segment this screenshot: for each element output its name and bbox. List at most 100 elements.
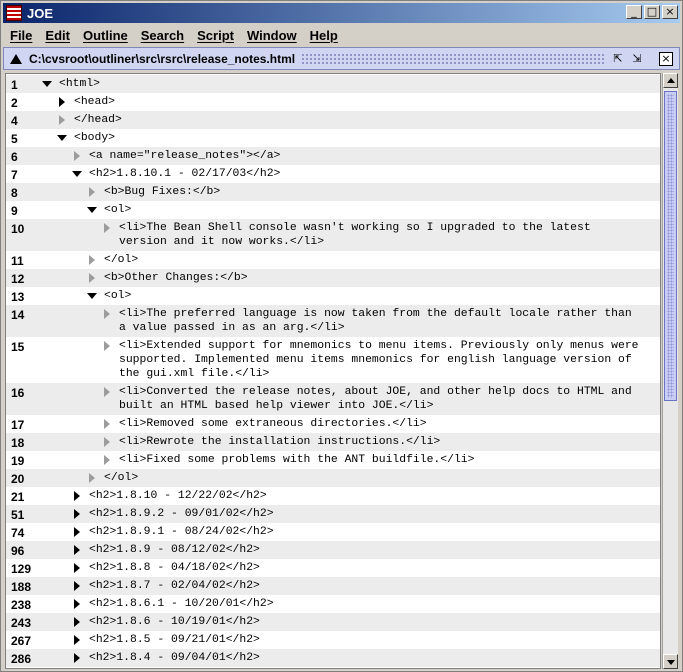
node-text[interactable]: <head> bbox=[74, 95, 115, 109]
outline-row[interactable]: 7 <h2>1.8.10.1 - 02/17/03</h2> bbox=[6, 165, 660, 183]
leaf-triangle-icon[interactable] bbox=[89, 255, 95, 265]
scroll-up-button[interactable] bbox=[663, 73, 678, 88]
outline-row[interactable]: 18 <li>Rewrote the installation instructi… bbox=[6, 433, 660, 451]
outline-row[interactable]: 188 <h2>1.8.7 - 02/04/02</h2> bbox=[6, 577, 660, 595]
scroll-thumb[interactable] bbox=[664, 91, 677, 401]
expand-triangle-icon[interactable] bbox=[74, 653, 80, 663]
outline-row[interactable]: 17 <li>Removed some extraneous directorie… bbox=[6, 415, 660, 433]
outline-row[interactable]: 5 <body> bbox=[6, 129, 660, 147]
menu-help[interactable]: Help bbox=[303, 28, 344, 43]
close-button[interactable]: × bbox=[662, 5, 678, 19]
node-text[interactable]: <li>The preferred language is now taken … bbox=[119, 307, 632, 335]
expand-triangle-icon[interactable] bbox=[74, 581, 80, 591]
outline-row[interactable]: 74 <h2>1.8.9.1 - 08/24/02</h2> bbox=[6, 523, 660, 541]
node-text[interactable]: <b>Bug Fixes:</b> bbox=[104, 185, 220, 199]
outline-row[interactable]: 21 <h2>1.8.10 - 12/22/02</h2> bbox=[6, 487, 660, 505]
node-text[interactable]: <h2>1.8.9 - 08/12/02</h2> bbox=[89, 543, 260, 557]
menu-file[interactable]: File bbox=[3, 28, 38, 43]
node-text[interactable]: <a name="release_notes"></a> bbox=[89, 149, 280, 163]
document-tab[interactable]: C:\cvsroot\outliner\src\rsrc\release_not… bbox=[3, 47, 680, 70]
node-text[interactable]: <h2>1.8.9.2 - 09/01/02</h2> bbox=[89, 507, 274, 521]
menu-search[interactable]: Search bbox=[134, 28, 190, 43]
leaf-triangle-icon[interactable] bbox=[104, 419, 110, 429]
outline-row[interactable]: 1 <html> bbox=[6, 75, 660, 93]
node-text[interactable]: <h2>1.8.6.1 - 10/20/01</h2> bbox=[89, 597, 274, 611]
node-text[interactable]: <h2>1.8.6 - 10/19/01</h2> bbox=[89, 615, 260, 629]
menu-window[interactable]: Window bbox=[240, 28, 303, 43]
outline-row[interactable]: 238 <h2>1.8.6.1 - 10/20/01</h2> bbox=[6, 595, 660, 613]
leaf-triangle-icon[interactable] bbox=[104, 223, 110, 233]
outline-row[interactable]: 16 <li>Converted the release notes, about… bbox=[6, 383, 660, 415]
outline-row[interactable]: 267 <h2>1.8.5 - 09/21/01</h2> bbox=[6, 631, 660, 649]
close-document-button[interactable]: × bbox=[659, 51, 673, 66]
collapse-triangle-icon[interactable] bbox=[72, 171, 82, 177]
outline-row[interactable]: 96 <h2>1.8.9 - 08/12/02</h2> bbox=[6, 541, 660, 559]
expand-triangle-icon[interactable] bbox=[59, 97, 65, 107]
node-text[interactable]: <li>Removed some extraneous directories.… bbox=[119, 417, 427, 431]
outline-editor[interactable]: 1 <html> 2 <head> 4 </head> 5 <body> 6 <a name="r… bbox=[5, 73, 661, 669]
leaf-triangle-icon[interactable] bbox=[89, 187, 95, 197]
collapse-triangle-icon[interactable] bbox=[87, 207, 97, 213]
node-text[interactable]: </head> bbox=[74, 113, 122, 127]
app-icon[interactable] bbox=[6, 5, 22, 21]
vertical-scrollbar[interactable] bbox=[662, 73, 678, 669]
expand-triangle-icon[interactable] bbox=[74, 491, 80, 501]
leaf-triangle-icon[interactable] bbox=[104, 455, 110, 465]
leaf-triangle-icon[interactable] bbox=[104, 387, 110, 397]
leaf-triangle-icon[interactable] bbox=[104, 341, 110, 351]
expand-triangle-icon[interactable] bbox=[74, 599, 80, 609]
outline-row[interactable]: 9 <ol> bbox=[6, 201, 660, 219]
restore-document-icon[interactable]: ⇱ bbox=[611, 52, 625, 66]
menu-edit[interactable]: Edit bbox=[38, 28, 76, 43]
node-text[interactable]: <li>Fixed some problems with the ANT bui… bbox=[119, 453, 474, 467]
node-text[interactable]: <li>Converted the release notes, about J… bbox=[119, 385, 632, 413]
outline-row[interactable]: 19 <li>Fixed some problems with the ANT b… bbox=[6, 451, 660, 469]
node-text[interactable]: <body> bbox=[74, 131, 115, 145]
leaf-triangle-icon[interactable] bbox=[89, 273, 95, 283]
expand-triangle-icon[interactable] bbox=[74, 563, 80, 573]
outline-row[interactable]: 15 <li>Extended support for mnemonics to … bbox=[6, 337, 660, 383]
node-text[interactable]: <html> bbox=[59, 77, 100, 91]
node-text[interactable]: <h2>1.8.9.1 - 08/24/02</h2> bbox=[89, 525, 274, 539]
menu-script[interactable]: Script bbox=[190, 28, 240, 43]
node-text[interactable]: <ol> bbox=[104, 289, 131, 303]
node-text[interactable]: <h2>1.8.4 - 09/04/01</h2> bbox=[89, 651, 260, 665]
outline-row[interactable]: 129 <h2>1.8.8 - 04/18/02</h2> bbox=[6, 559, 660, 577]
outline-row[interactable]: 13 <ol> bbox=[6, 287, 660, 305]
outline-row[interactable]: 11 </ol> bbox=[6, 251, 660, 269]
scroll-down-button[interactable] bbox=[663, 654, 678, 669]
node-text[interactable]: <li>The Bean Shell console wasn't workin… bbox=[119, 221, 591, 249]
node-text[interactable]: </ol> bbox=[104, 471, 138, 485]
outline-row[interactable]: 14 <li>The preferred language is now take… bbox=[6, 305, 660, 337]
outline-row[interactable]: 6 <a name="release_notes"></a> bbox=[6, 147, 660, 165]
expand-triangle-icon[interactable] bbox=[74, 617, 80, 627]
node-text[interactable]: <h2>1.8.10 - 12/22/02</h2> bbox=[89, 489, 267, 503]
outline-row[interactable]: 20 </ol> bbox=[6, 469, 660, 487]
leaf-triangle-icon[interactable] bbox=[74, 151, 80, 161]
node-text[interactable]: <li>Rewrote the installation instruction… bbox=[119, 435, 440, 449]
outline-row[interactable]: 2 <head> bbox=[6, 93, 660, 111]
outline-row[interactable]: 12 <b>Other Changes:</b> bbox=[6, 269, 660, 287]
outline-row[interactable]: 51 <h2>1.8.9.2 - 09/01/02</h2> bbox=[6, 505, 660, 523]
expand-triangle-icon[interactable] bbox=[74, 509, 80, 519]
node-text[interactable]: <h2>1.8.5 - 09/21/01</h2> bbox=[89, 633, 260, 647]
maximize-button[interactable]: □ bbox=[644, 5, 660, 19]
minimize-button[interactable]: _ bbox=[626, 5, 642, 19]
tab-grip[interactable] bbox=[301, 52, 605, 65]
node-text[interactable]: <h2>1.8.10.1 - 02/17/03</h2> bbox=[89, 167, 280, 181]
node-text[interactable]: <ol> bbox=[104, 203, 131, 217]
leaf-triangle-icon[interactable] bbox=[89, 473, 95, 483]
leaf-triangle-icon[interactable] bbox=[104, 437, 110, 447]
outline-row[interactable]: 4 </head> bbox=[6, 111, 660, 129]
outline-row[interactable]: 8 <b>Bug Fixes:</b> bbox=[6, 183, 660, 201]
collapse-triangle-icon[interactable] bbox=[87, 293, 97, 299]
outline-row[interactable]: 10 <li>The Bean Shell console wasn't work… bbox=[6, 219, 660, 251]
outline-row[interactable]: 243 <h2>1.8.6 - 10/19/01</h2> bbox=[6, 613, 660, 631]
collapse-triangle-icon[interactable] bbox=[42, 81, 52, 87]
node-text[interactable]: <li>Extended support for mnemonics to me… bbox=[119, 339, 639, 381]
collapse-triangle-icon[interactable] bbox=[57, 135, 67, 141]
menu-outline[interactable]: Outline bbox=[76, 28, 134, 43]
leaf-triangle-icon[interactable] bbox=[104, 309, 110, 319]
expand-triangle-icon[interactable] bbox=[74, 635, 80, 645]
node-text[interactable]: <h2>1.8.7 - 02/04/02</h2> bbox=[89, 579, 260, 593]
